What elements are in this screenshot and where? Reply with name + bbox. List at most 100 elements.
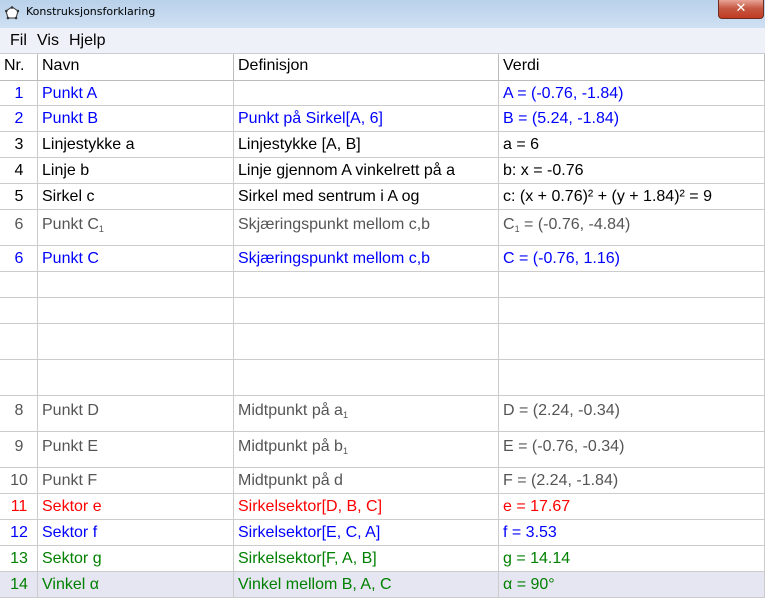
- definition-cell: Midtpunkt på a1: [234, 396, 499, 432]
- value-cell-text: F = (2.24, -1.84): [503, 472, 619, 489]
- name-cell: Sektor f: [38, 520, 234, 546]
- menu-hjelp[interactable]: Hjelp: [69, 32, 105, 50]
- table-row[interactable]: 1 Punkt A A = (-0.76, -1.84): [0, 81, 765, 106]
- table-row[interactable]: [0, 298, 765, 324]
- nr-cell: 4: [0, 158, 38, 184]
- nr-cell: 6: [0, 246, 38, 272]
- value-cell-text: A = (-0.76, -1.84): [503, 85, 624, 102]
- nr-cell: 11: [0, 494, 38, 520]
- definition-cell: [234, 360, 499, 396]
- nr-cell: 6: [0, 210, 38, 246]
- value-cell: E = (-0.76, -0.34): [499, 432, 765, 468]
- name-cell-text: Punkt C1: [42, 216, 104, 234]
- column-header-verdi[interactable]: Verdi: [499, 54, 765, 81]
- name-cell-text: Punkt D: [42, 402, 99, 419]
- name-cell: [38, 360, 234, 396]
- value-cell: α = 90°: [499, 572, 765, 598]
- nr-cell: 9: [0, 432, 38, 468]
- definition-cell: Linje gjennom A vinkelrett på a: [234, 158, 499, 184]
- nr-cell-text: 5: [14, 188, 24, 205]
- table-row[interactable]: 3 Linjestykke a Linjestykke [A, B] a = 6: [0, 132, 765, 158]
- name-cell-text: Sektor g: [42, 550, 102, 567]
- name-cell: Punkt B: [38, 106, 234, 132]
- definition-cell-text: Vinkel mellom B, A, C: [238, 576, 392, 593]
- nr-cell-text: 11: [10, 498, 28, 515]
- value-cell: g = 14.14: [499, 546, 765, 572]
- name-cell-text: Vinkel α: [42, 576, 99, 593]
- definition-cell-text: Punkt på Sirkel[A, 6]: [238, 110, 383, 127]
- definition-cell-text: Linje gjennom A vinkelrett på a: [238, 162, 456, 179]
- name-cell: Sektor g: [38, 546, 234, 572]
- table-row[interactable]: 4 Linje b Linje gjennom A vinkelrett på a b…: [0, 158, 765, 184]
- table-row[interactable]: 2 Punkt B Punkt på Sirkel[A, 6] B = (5.24, …: [0, 106, 765, 132]
- definition-cell: Linjestykke [A, B]: [234, 132, 499, 158]
- name-cell: [38, 298, 234, 324]
- table-row[interactable]: 12 Sektor f Sirkelsektor[E, C, A] f = 3.53: [0, 520, 765, 546]
- definition-cell-text: Skjæringspunkt mellom c,b: [238, 216, 431, 233]
- definition-cell-text: Sirkelsektor[D, B, C]: [238, 498, 383, 515]
- name-cell: Punkt A: [38, 81, 234, 106]
- nr-cell-text: 1: [14, 85, 24, 102]
- nr-cell-text: 6: [14, 216, 24, 233]
- definition-cell: Sirkelsektor[F, A, B]: [234, 546, 499, 572]
- definition-cell-text: Midtpunkt på b1: [238, 438, 348, 456]
- value-cell-text: α = 90°: [503, 576, 555, 593]
- value-cell: [499, 360, 765, 396]
- nr-cell-text: 4: [14, 162, 24, 179]
- name-cell-text: Punkt E: [42, 438, 99, 455]
- definition-cell: Sirkelsektor[D, B, C]: [234, 494, 499, 520]
- table-row[interactable]: 5 Sirkel c Sirkel med sentrum i A og c: (x …: [0, 184, 765, 210]
- name-cell: Punkt E: [38, 432, 234, 468]
- column-header-nr[interactable]: Nr.: [0, 54, 38, 81]
- table-row[interactable]: 9 Punkt E Midtpunkt på b1 E = (-0.76, -0.34…: [0, 432, 765, 468]
- table-row[interactable]: 6 Punkt C Skjæringspunkt mellom c,b C = (-0…: [0, 246, 765, 272]
- nr-cell: 8: [0, 396, 38, 432]
- nr-cell: 10: [0, 468, 38, 494]
- value-cell: b: x = -0.76: [499, 158, 765, 184]
- table-row[interactable]: [0, 360, 765, 396]
- nr-cell: 14: [0, 572, 38, 598]
- value-cell: f = 3.53: [499, 520, 765, 546]
- table-row[interactable]: 11 Sektor e Sirkelsektor[D, B, C] e = 17.67: [0, 494, 765, 520]
- name-cell: Linjestykke a: [38, 132, 234, 158]
- name-cell-text: Sektor e: [42, 498, 102, 515]
- definition-cell-text: Sirkelsektor[E, C, A]: [238, 524, 381, 541]
- table-row[interactable]: 13 Sektor g Sirkelsektor[F, A, B] g = 14.14: [0, 546, 765, 572]
- nr-cell-text: 12: [10, 524, 28, 541]
- nr-cell: [0, 272, 38, 298]
- name-cell-text: Punkt A: [42, 85, 98, 102]
- definition-cell-text: Skjæringspunkt mellom c,b: [238, 250, 431, 267]
- value-cell-text: a = 6: [503, 136, 540, 153]
- definition-cell: [234, 298, 499, 324]
- name-cell-text: Punkt C: [42, 250, 99, 267]
- nr-cell-text: 8: [14, 402, 24, 419]
- window-title: Konstruksjonsforklaring: [26, 5, 156, 18]
- value-cell-text: e = 17.67: [503, 498, 571, 515]
- column-header-navn[interactable]: Navn: [38, 54, 234, 81]
- table-row[interactable]: 8 Punkt D Midtpunkt på a1 D = (2.24, -0.34): [0, 396, 765, 432]
- table-row[interactable]: [0, 324, 765, 360]
- definition-cell: Vinkel mellom B, A, C: [234, 572, 499, 598]
- table-row[interactable]: 10 Punkt F Midtpunkt på d F = (2.24, -1.84): [0, 468, 765, 494]
- nr-cell: 1: [0, 81, 38, 106]
- close-button[interactable]: ✕: [718, 0, 764, 19]
- nr-cell-text: 6: [14, 250, 24, 267]
- name-cell: Vinkel α: [38, 572, 234, 598]
- name-cell: Linje b: [38, 158, 234, 184]
- definition-cell: Sirkel med sentrum i A og: [234, 184, 499, 210]
- menu-fil[interactable]: Fil: [10, 32, 27, 50]
- column-header-definisjon[interactable]: Definisjon: [234, 54, 499, 81]
- menu-vis[interactable]: Vis: [37, 32, 59, 50]
- value-cell-text: D = (2.24, -0.34): [503, 402, 620, 419]
- app-icon: [5, 6, 19, 20]
- table-row[interactable]: [0, 272, 765, 298]
- nr-cell-text: 13: [10, 550, 28, 567]
- nr-cell: [0, 298, 38, 324]
- table-row[interactable]: 6 Punkt C1 Skjæringspunkt mellom c,b C1 = (…: [0, 210, 765, 246]
- value-cell: [499, 324, 765, 360]
- definition-cell: Midtpunkt på b1: [234, 432, 499, 468]
- table-row[interactable]: 14 Vinkel α Vinkel mellom B, A, C α = 90°: [0, 572, 765, 598]
- value-cell-text: E = (-0.76, -0.34): [503, 438, 625, 455]
- close-icon: ✕: [735, 1, 747, 16]
- definition-cell: [234, 324, 499, 360]
